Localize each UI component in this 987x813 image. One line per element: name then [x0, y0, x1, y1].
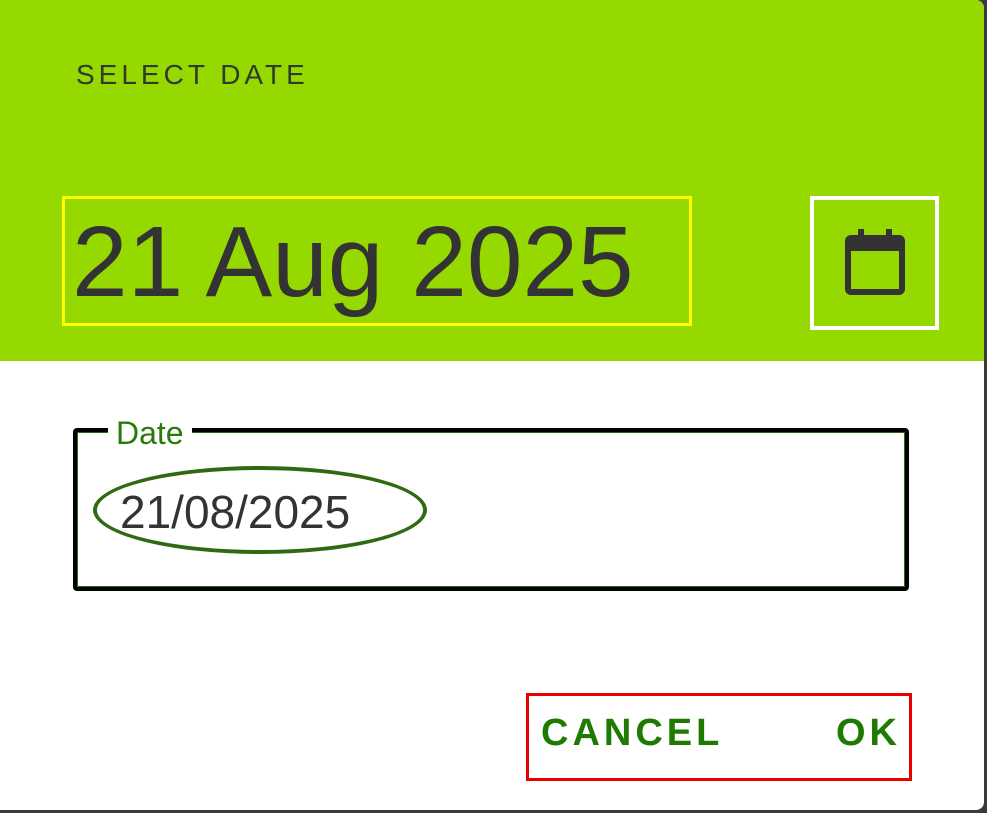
selected-date-headline: 21 Aug 2025: [72, 206, 634, 318]
dialog-title: SELECT DATE: [76, 59, 309, 90]
dialog-header: SELECT DATE 21 Aug 2025: [0, 0, 984, 361]
date-field-label: Date: [108, 414, 192, 452]
date-picker-dialog: SELECT DATE 21 Aug 2025 Date 21/08/2025 …: [0, 0, 984, 810]
date-input-value[interactable]: 21/08/2025: [120, 486, 350, 538]
cancel-button[interactable]: CANCEL: [541, 710, 723, 756]
calendar-icon: [844, 229, 905, 295]
calendar-mode-toggle-button[interactable]: [810, 196, 939, 330]
ok-button[interactable]: OK: [836, 710, 901, 756]
